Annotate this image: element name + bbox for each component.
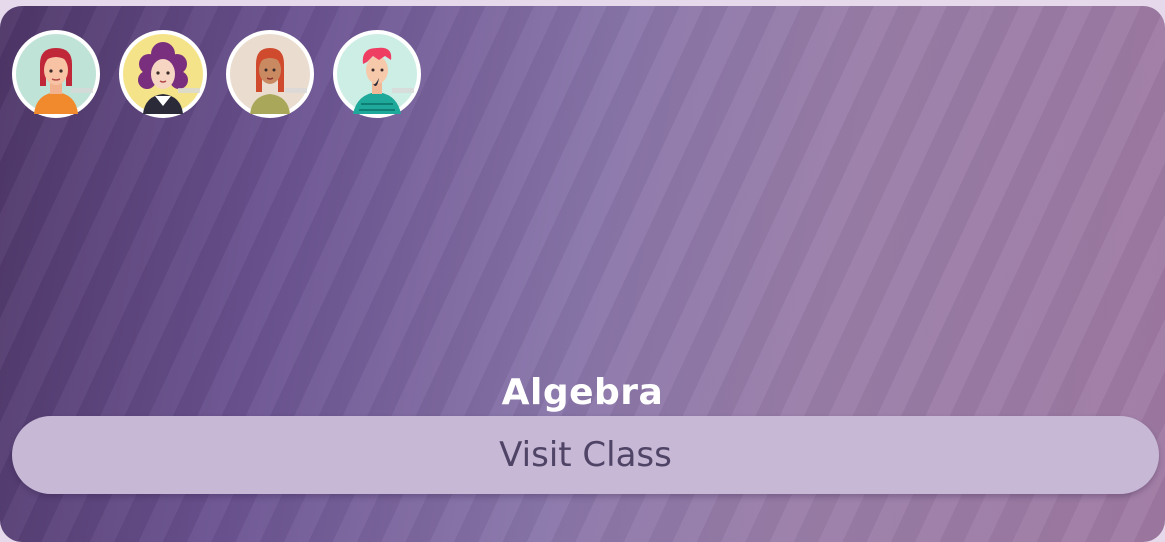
student-avatar-4 (333, 30, 421, 118)
student-avatars (12, 30, 421, 118)
student-avatar-braids-icon (230, 34, 310, 114)
student-avatar-2 (119, 30, 207, 118)
student-avatar-3 (226, 30, 314, 118)
student-avatar-red-hair-icon (16, 34, 96, 114)
student-avatar-1 (12, 30, 100, 118)
visit-class-button[interactable]: Visit Class (12, 416, 1159, 494)
student-avatar-pink-hair-boy-icon (337, 34, 417, 114)
class-title: Algebra (501, 372, 664, 413)
student-avatar-curly-purple-hair-icon (123, 34, 203, 114)
class-card[interactable]: Algebra Visit Class (0, 6, 1165, 542)
